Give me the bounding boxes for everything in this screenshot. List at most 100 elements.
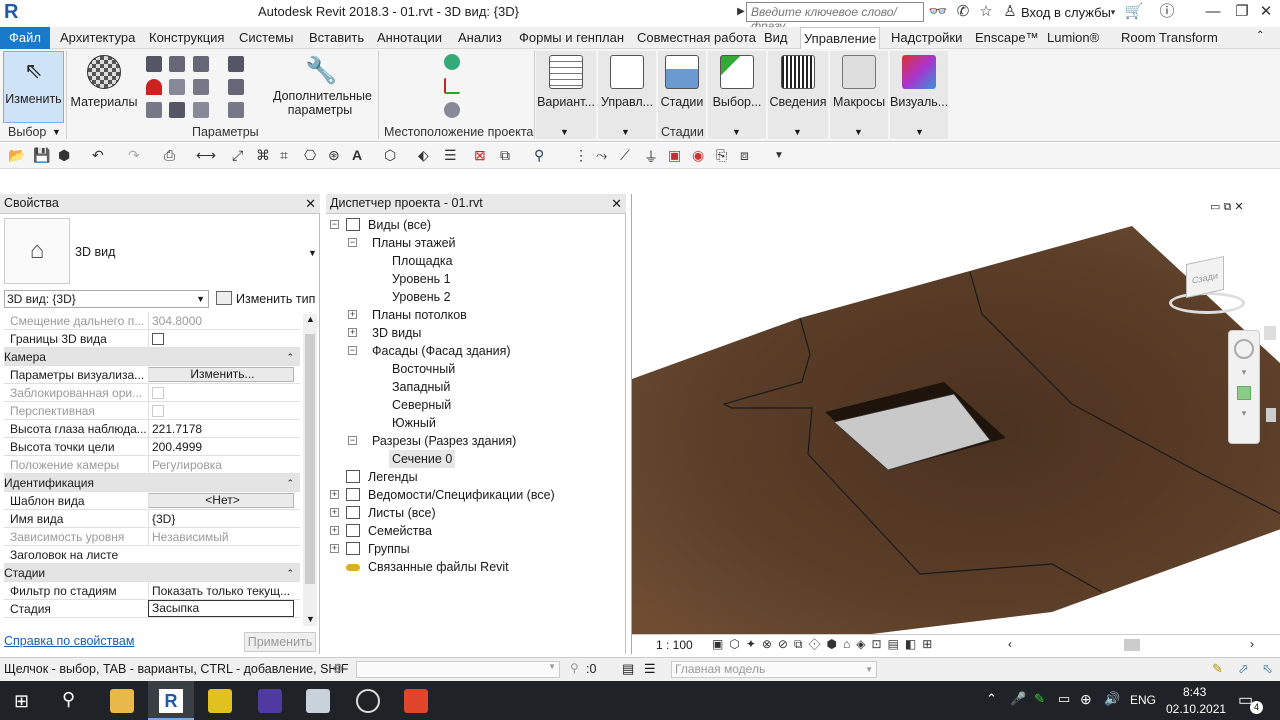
snaps-icon[interactable] xyxy=(146,79,162,95)
chevron-down-icon[interactable]: ▾ xyxy=(1229,408,1259,419)
selection-button[interactable]: Выбор... xyxy=(708,51,766,139)
chevron-up-icon[interactable]: ▲ xyxy=(306,314,315,324)
transfer-standards-icon[interactable] xyxy=(169,102,185,118)
horizontal-scroll-thumb[interactable] xyxy=(1124,639,1140,651)
location-globe-icon[interactable] xyxy=(444,54,460,70)
property-button[interactable]: <Нет> xyxy=(148,493,294,508)
browser-node[interactable]: Легенды xyxy=(368,468,418,486)
search-input[interactable]: Введите ключевое слово/фразу xyxy=(746,2,924,33)
instance-selector[interactable]: 3D вид: {3D} ▼ xyxy=(4,290,209,308)
collapse-toggle[interactable]: − xyxy=(348,346,357,355)
collapse-icon[interactable]: ⌃ xyxy=(286,348,294,366)
chevron-down-icon[interactable]: ▼ xyxy=(306,614,315,624)
zoom-region-icon[interactable] xyxy=(1237,386,1251,400)
menu-item[interactable]: Вставить xyxy=(306,27,367,49)
design-option-dropdown[interactable]: Главная модель ▼ xyxy=(671,661,877,678)
chevron-down-icon[interactable]: ▼ xyxy=(793,127,802,137)
undo-icon[interactable]: ↶ xyxy=(92,147,104,164)
selection-links-icon[interactable]: ✎ xyxy=(1212,661,1223,677)
menu-item[interactable]: Room Transform xyxy=(1118,27,1221,49)
browser-node[interactable]: Планы этажей xyxy=(372,234,456,252)
visual-programming-button[interactable]: Визуаль... xyxy=(890,51,948,139)
object-styles-icon[interactable] xyxy=(146,56,162,72)
browser-node[interactable]: Фасады (Фасад здания) xyxy=(372,342,511,360)
menu-item[interactable]: Управление xyxy=(800,27,881,49)
chevron-down-icon[interactable]: ▼ xyxy=(560,127,569,137)
render-icon[interactable]: ▣ xyxy=(668,147,681,164)
worksets-icon[interactable]: ⚙ xyxy=(332,661,344,677)
menu-item[interactable]: Enscape™ xyxy=(972,27,1042,49)
macros-button[interactable]: Макросы xyxy=(830,51,888,139)
property-value[interactable]: 221.7178 xyxy=(148,420,294,438)
file-explorer-icon[interactable] xyxy=(110,689,134,713)
menu-item[interactable]: Архитектура xyxy=(57,27,138,49)
browser-node[interactable]: Сечение 0 xyxy=(389,450,456,468)
properties-scrollbar[interactable]: ▲ ▼ xyxy=(303,314,317,626)
volume-icon[interactable]: 🔊 xyxy=(1104,691,1120,707)
view-scale[interactable]: 1 : 100 xyxy=(656,638,693,652)
chevron-down-icon[interactable]: ▼ xyxy=(621,127,630,137)
app-icon[interactable] xyxy=(306,689,330,713)
property-button[interactable]: Изменить... xyxy=(148,367,294,382)
browser-node[interactable]: Семейства xyxy=(368,522,432,540)
property-section[interactable]: Стадии ⌃ xyxy=(4,564,300,582)
browser-node[interactable]: Северный xyxy=(392,396,451,414)
star-icon[interactable]: ☆ xyxy=(976,2,996,22)
edit-type-button[interactable]: Изменить тип xyxy=(236,292,315,306)
menu-item[interactable]: Анализ xyxy=(455,27,505,49)
windows-start-icon[interactable]: ⊞ xyxy=(14,691,34,711)
close-icon[interactable]: ✕ xyxy=(1234,201,1243,213)
design-options-status-icon[interactable]: ▤ xyxy=(622,661,634,677)
close-icon[interactable]: ✕ xyxy=(611,194,622,213)
satellite-icon[interactable]: ✆ xyxy=(953,2,973,22)
select-pinned-icon[interactable]: ⟋ xyxy=(620,147,630,164)
menu-item[interactable]: Системы xyxy=(236,27,296,49)
browser-node[interactable]: Уровень 1 xyxy=(392,270,451,288)
chevron-down-icon[interactable]: ▾ xyxy=(1108,2,1118,22)
enscape-icon[interactable]: ◉ xyxy=(692,147,704,164)
expand-toggle[interactable]: + xyxy=(330,526,339,535)
sketchup-icon[interactable] xyxy=(356,689,380,713)
user-icon[interactable]: ♙ xyxy=(1000,2,1020,22)
property-value[interactable]: Засыпка xyxy=(148,600,294,617)
3d-view-icon[interactable]: ⬡ xyxy=(384,147,396,164)
customize-qat-icon[interactable]: ▼ xyxy=(774,150,784,161)
property-checkbox[interactable] xyxy=(152,333,164,345)
scroll-thumb[interactable] xyxy=(305,334,315,584)
inquiry-button[interactable]: Сведения xyxy=(768,51,828,139)
manage-project-button[interactable]: Управл... xyxy=(598,51,656,139)
property-value[interactable]: 200.4999 xyxy=(148,438,294,456)
select-underlay-icon[interactable]: ⤳ xyxy=(596,147,607,164)
open-icon[interactable]: 📂 xyxy=(8,147,25,164)
line-styles-icon[interactable] xyxy=(228,102,244,118)
steering-wheel-icon[interactable] xyxy=(1234,339,1254,359)
taskbar-revit-active[interactable]: R xyxy=(148,681,194,720)
close-hidden-icon[interactable]: ⊠ xyxy=(474,147,486,164)
menu-item[interactable]: Lumion® xyxy=(1044,27,1102,49)
browser-node[interactable]: Уровень 2 xyxy=(392,288,451,306)
tag-icon[interactable]: ⌘ xyxy=(256,147,270,164)
browser-node[interactable]: Восточный xyxy=(392,360,455,378)
measure-icon[interactable]: ⟷ xyxy=(196,147,216,164)
microphone-icon[interactable]: 🎤 xyxy=(1010,691,1026,707)
collapse-toggle[interactable]: − xyxy=(348,238,357,247)
coordinates-icon[interactable] xyxy=(444,78,460,94)
cart-icon[interactable]: 🛒 xyxy=(1124,2,1144,22)
dp-app-icon[interactable] xyxy=(258,689,282,713)
network-icon[interactable]: ⊕ xyxy=(1080,691,1092,708)
close-icon[interactable]: ✕ xyxy=(305,194,316,213)
copy-icon[interactable]: ⎘ xyxy=(716,147,727,164)
property-section[interactable]: Идентификация ⌃ xyxy=(4,474,300,492)
select-pinned-status-icon[interactable]: ⬁ xyxy=(1262,661,1273,677)
viewcube[interactable]: Сзади xyxy=(1166,255,1246,314)
property-section[interactable]: Камера ⌃ xyxy=(4,348,300,366)
collapse-icon[interactable]: ⌃ xyxy=(286,474,294,492)
viewport-window-controls[interactable]: ▭ ⧉ ✕ xyxy=(1210,200,1244,214)
browser-node[interactable]: Южный xyxy=(392,414,436,432)
chevron-down-icon[interactable]: ▼ xyxy=(732,127,741,137)
collapse-icon[interactable]: ⌃ xyxy=(286,564,294,582)
tag-area-icon[interactable]: ⊛ xyxy=(328,147,340,164)
chevron-down-icon[interactable]: ▼ xyxy=(915,127,924,137)
mep-settings-icon[interactable] xyxy=(228,56,244,72)
menu-item[interactable]: Совместная работа xyxy=(634,27,759,49)
